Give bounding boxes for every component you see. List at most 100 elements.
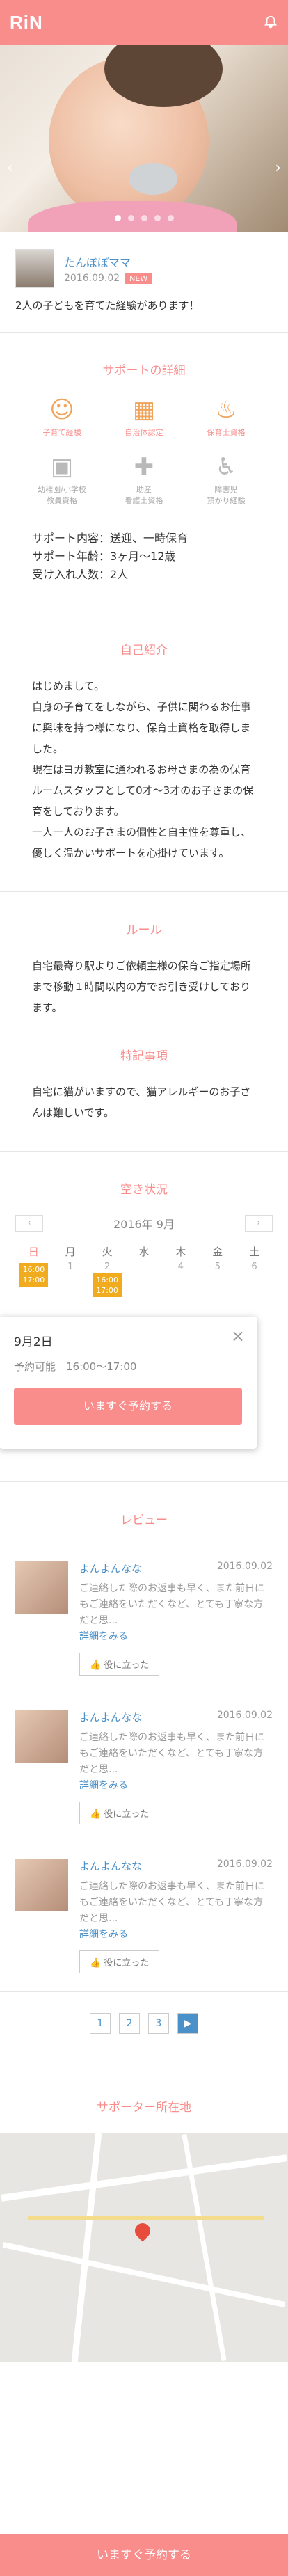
map-pin-icon (131, 2220, 154, 2242)
feature-item: ♨ 保育士資格 (185, 396, 267, 438)
helpful-label: 役に立った (104, 1809, 150, 1820)
thumbs-up-icon: 👍 (90, 1809, 104, 1820)
helpful-label: 役に立った (104, 1660, 150, 1671)
review-date: 2016.09.02 (216, 1710, 273, 1721)
support-title: サポートの詳細 (102, 364, 186, 378)
reviewer-avatar[interactable] (15, 1561, 68, 1614)
reviewer-avatar[interactable] (15, 1859, 68, 1911)
calendar-day: 4 (177, 1262, 184, 1272)
photo-carousel[interactable]: ‹ › (0, 45, 288, 232)
self-intro-section: 自己紹介 はじめまして。 自身の子育てをしながら、子供に関わるお仕事に興味を持つ… (0, 612, 288, 892)
profile-date: 2016.09.02 (64, 273, 120, 284)
reviewer-name[interactable]: よんよんなな (79, 1561, 142, 1575)
calendar-week-1: 16:00 17:00 1 2 16:00 17:00 4 5 6 (15, 1259, 273, 1305)
weekday: 水 (138, 1246, 150, 1258)
avatar[interactable] (15, 249, 54, 288)
prev-month-button[interactable]: ‹ (15, 1215, 43, 1232)
logo: RiN (10, 11, 43, 33)
reviews-section: レビュー よんよんなな 2016.09.02 ご連絡した際のお返事も早く、また前日… (0, 1482, 288, 2069)
helpful-button[interactable]: 👍 役に立った (79, 1950, 160, 1973)
time-slot[interactable]: 16:0017:00 (93, 1273, 122, 1297)
review-item: よんよんなな 2016.09.02 ご連絡した際のお返事も早く、また前日にもご連絡… (0, 1843, 288, 1992)
feature-item: ▣ 幼稚園/小学校 教員資格 (21, 453, 103, 506)
new-badge: NEW (125, 273, 152, 284)
reserve-now-button[interactable]: いますぐ予約する (0, 2534, 288, 2576)
close-icon[interactable]: × (231, 1326, 245, 1346)
reviewer-avatar[interactable] (15, 1710, 68, 1763)
hero-photo-spoon (129, 163, 177, 195)
reviewer-name[interactable]: よんよんなな (79, 1859, 142, 1873)
self-intro-title: 自己紹介 (120, 644, 168, 658)
profile-section: たんぽぽママ 2016.09.02 NEW 2人の子どもを育てた経験があります！ (0, 232, 288, 333)
pagination: 1 2 3 ▶ (0, 1992, 288, 2069)
reviewer-name[interactable]: よんよんなな (79, 1710, 142, 1724)
review-date: 2016.09.02 (216, 1561, 273, 1572)
feature-label: 障害児 預かり経験 (207, 485, 246, 505)
child-face-icon: ☺ (49, 396, 74, 424)
feature-label: 子育て経験 (42, 428, 81, 437)
helpful-button[interactable]: 👍 役に立った (79, 1653, 160, 1676)
review-more-link[interactable]: 詳細をみる (79, 1629, 273, 1643)
wheelchair-icon: ♿ (215, 453, 237, 481)
app-header: RiN (0, 0, 288, 45)
popup-reserve-button[interactable]: いますぐ予約する (14, 1388, 242, 1425)
review-text: ご連絡した際のお返事も早く、また前日にもご連絡をいただくなど、とても丁寧な方だと… (79, 1732, 264, 1775)
carousel-dot[interactable] (154, 215, 161, 221)
review-text: ご連絡した際のお返事も早く、また前日にもご連絡をいただくなど、とても丁寧な方だと… (79, 1881, 264, 1924)
feature-item: ✚ 助産 看護士資格 (103, 453, 185, 506)
support-section: サポートの詳細 ☺ 子育て経験 ▦ 自治体認定 ♨ 保育士資格 ▣ 幼稚園/小学校 教員… (0, 333, 288, 612)
weekday: 火 (102, 1246, 113, 1258)
page-3-button[interactable]: 3 (148, 2013, 169, 2034)
calendar-day (126, 1262, 163, 1305)
review-more-link[interactable]: 詳細をみる (79, 1927, 273, 1941)
map[interactable] (0, 2133, 288, 2362)
weekday: 木 (175, 1246, 186, 1258)
rules-title: ルール (126, 923, 162, 937)
next-page-button[interactable]: ▶ (177, 2013, 198, 2034)
support-capacity: 受け入れ人数：2人 (32, 568, 129, 581)
weekday: 日 (28, 1246, 39, 1258)
feature-item: ☺ 子育て経験 (21, 396, 103, 438)
profile-name[interactable]: たんぽぽママ (64, 253, 152, 270)
location-section: サポーター所在地 (0, 2069, 288, 2362)
nurse-icon: ✚ (134, 453, 154, 481)
helpful-button[interactable]: 👍 役に立った (79, 1802, 160, 1824)
calendar-section: 空き状況 ‹ 2016年 9月 › 日 月 火 水 木 金 土 16:00 17:… (0, 1152, 288, 1482)
review-item: よんよんなな 2016.09.02 ご連絡した際のお返事も早く、また前日にもご連絡… (0, 1545, 288, 1694)
calendar-month: 2016年 9月 (113, 1218, 175, 1231)
review-date: 2016.09.02 (216, 1859, 273, 1870)
page-2-button[interactable]: 2 (119, 2013, 140, 2034)
baby-bottle-icon: ♨ (215, 396, 237, 424)
calendar-day: 16:00 17:00 (15, 1262, 52, 1305)
rules-text: 自宅最寄り駅よりご依頼主様の保育ご指定場所まで移動１時間以内の方でお引き受けして… (32, 960, 251, 1014)
thumbs-up-icon: 👍 (90, 1660, 104, 1671)
support-content: サポート内容：送迎、一時保育 (32, 532, 189, 545)
carousel-dot[interactable] (141, 215, 147, 221)
calendar-day: 2 16:00 17:00 (89, 1262, 126, 1305)
carousel-prev-icon[interactable]: ‹ (7, 159, 13, 177)
bell-icon[interactable] (263, 15, 278, 30)
special-title: 特記事項 (120, 1049, 168, 1063)
thumbs-up-icon: 👍 (90, 1958, 104, 1969)
feature-item: ▦ 自治体認定 (103, 396, 185, 438)
popup-availability: 予約可能 16:00〜17:00 (14, 1360, 137, 1373)
location-title: サポーター所在地 (97, 2101, 191, 2115)
time-slot[interactable]: 16:0017:00 (19, 1263, 49, 1287)
carousel-dot[interactable] (127, 215, 134, 221)
carousel-dots (0, 215, 288, 221)
next-month-button[interactable]: › (245, 1215, 273, 1232)
profile-intro: 2人の子どもを育てた経験があります！ (15, 299, 200, 312)
carousel-dot[interactable] (167, 215, 174, 221)
calendar-title: 空き状況 (120, 1183, 168, 1197)
certificate-icon: ▣ (50, 453, 74, 481)
review-more-link[interactable]: 詳細をみる (79, 1778, 273, 1792)
feature-label: 助産 看護士資格 (125, 485, 163, 505)
helpful-label: 役に立った (104, 1958, 150, 1969)
weekday: 月 (65, 1246, 76, 1258)
weekday: 土 (249, 1246, 260, 1258)
carousel-next-icon[interactable]: › (275, 159, 281, 177)
calendar-day: 5 (214, 1262, 221, 1272)
page-1-button[interactable]: 1 (90, 2013, 111, 2034)
building-icon: ▦ (132, 396, 156, 424)
carousel-dot[interactable] (114, 215, 121, 221)
